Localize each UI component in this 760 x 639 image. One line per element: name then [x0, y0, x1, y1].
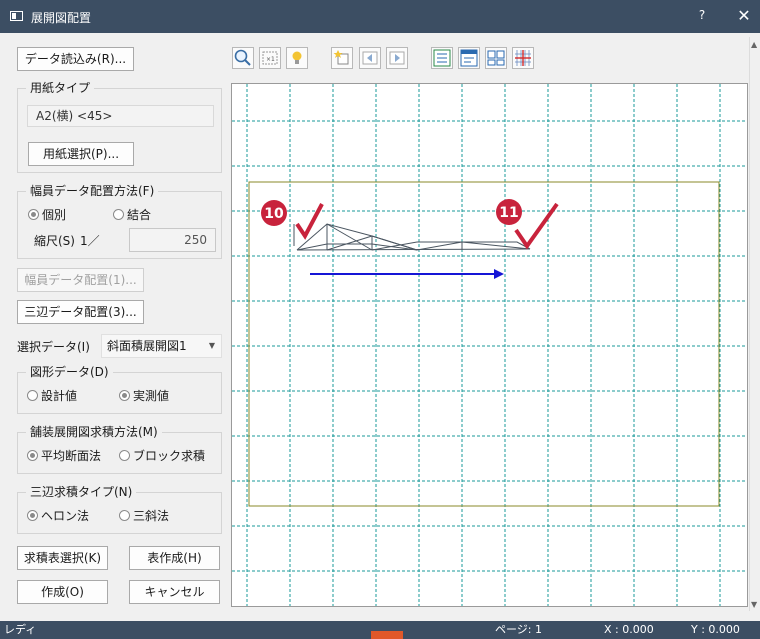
width-place-button[interactable]: 幅員データ配置(1)...	[17, 268, 144, 292]
help-button[interactable]: ?	[692, 8, 712, 22]
arrow-head-icon	[494, 269, 504, 279]
radio-dot-icon	[119, 390, 130, 401]
data-read-button[interactable]: データ読込み(R)...	[17, 47, 134, 71]
svg-text:×1: ×1	[266, 56, 275, 63]
layout-grid-icon[interactable]	[485, 47, 507, 69]
chevron-down-icon: ▼	[208, 341, 215, 350]
create-button[interactable]: 作成(O)	[17, 580, 108, 604]
expansion-figure	[293, 223, 531, 251]
radio-measured[interactable]: 実測値	[119, 389, 169, 403]
lightbulb-icon[interactable]	[286, 47, 308, 69]
radio-average-label: 平均断面法	[41, 449, 102, 463]
scale-prefix: 1／	[80, 234, 100, 248]
radio-average[interactable]: 平均断面法	[27, 449, 101, 463]
layout-canvas[interactable]: 10 11	[231, 83, 748, 607]
paper-type-value: A2(横) <45>	[27, 105, 214, 127]
status-ready: レディ	[4, 623, 37, 636]
figure-data-title: 図形データ(D)	[26, 365, 113, 380]
status-indicator	[371, 631, 403, 639]
table-create-button[interactable]: 表作成(H)	[129, 546, 220, 570]
select-data-label: 選択データ(I)	[17, 340, 90, 354]
vertical-scrollbar[interactable]: ▲ ▼	[749, 37, 760, 611]
radio-dot-icon	[28, 209, 39, 220]
radio-dot-icon	[27, 450, 38, 461]
radio-block-label: ブロック求積	[133, 449, 206, 463]
radio-three-slope[interactable]: 三斜法	[119, 509, 169, 523]
table-edit-icon[interactable]	[458, 47, 480, 69]
dashed-grid	[232, 84, 747, 606]
marker-10: 10	[261, 200, 324, 240]
prev-page-icon[interactable]	[359, 47, 381, 69]
table-select-button[interactable]: 求積表選択(K)	[17, 546, 108, 570]
window-title: 展開図配置	[31, 11, 92, 25]
status-y-coord: Y : 0.000	[691, 623, 740, 636]
width-layout-title: 幅員データ配置方法(F)	[26, 184, 159, 199]
cancel-button[interactable]: キャンセル	[129, 580, 220, 604]
tri-area-title: 三辺求積タイプ(N)	[26, 485, 137, 500]
radio-heron-label: ヘロン法	[41, 509, 90, 523]
next-page-icon[interactable]	[386, 47, 408, 69]
checkmark-icon	[514, 202, 559, 250]
marker-10-label: 10	[264, 206, 284, 222]
paper-select-button[interactable]: 用紙選択(P)...	[28, 142, 134, 166]
radio-combined-label: 結合	[127, 208, 152, 222]
tri-place-button[interactable]: 三辺データ配置(3)...	[17, 300, 144, 324]
zoom-icon[interactable]	[232, 47, 254, 69]
star-page-icon[interactable]	[331, 47, 353, 69]
radio-block[interactable]: ブロック求積	[119, 449, 205, 463]
radio-dot-icon	[27, 510, 38, 521]
layout-drawing: 10 11	[232, 84, 747, 606]
list-icon[interactable]	[431, 47, 453, 69]
close-button[interactable]: ✕	[732, 6, 756, 25]
scroll-up-icon[interactable]: ▲	[751, 40, 757, 49]
select-data-value: 斜面積展開図1	[107, 339, 187, 353]
radio-dot-icon	[113, 209, 124, 220]
fit-x1-icon[interactable]: ×1	[259, 47, 281, 69]
radio-measured-label: 実測値	[133, 389, 170, 403]
status-x-coord: X : 0.000	[604, 623, 654, 636]
select-data-dropdown[interactable]: 斜面積展開図1 ▼	[101, 334, 222, 358]
status-bar: レディ ページ: 1 X : 0.000 Y : 0.000	[0, 621, 760, 639]
radio-design-label: 設計値	[41, 389, 78, 403]
scroll-down-icon[interactable]: ▼	[751, 600, 757, 609]
radio-dot-icon	[119, 510, 130, 521]
scale-input[interactable]: 250	[129, 228, 216, 252]
radio-dot-icon	[27, 390, 38, 401]
radio-individual[interactable]: 個別	[28, 208, 66, 222]
scale-label: 縮尺(S)	[34, 234, 75, 248]
radio-heron[interactable]: ヘロン法	[27, 509, 89, 523]
radio-three-slope-label: 三斜法	[133, 509, 170, 523]
marker-11-label: 11	[499, 205, 518, 221]
dialog-window: 展開図配置 ? ✕ データ読込み(R)... 用紙タイプ A2(横) <45> …	[0, 0, 760, 639]
app-icon	[10, 11, 23, 21]
paper-type-title: 用紙タイプ	[26, 81, 95, 96]
pavement-method-title: 舗装展開図求積方法(M)	[26, 425, 162, 440]
radio-combined[interactable]: 結合	[113, 208, 151, 222]
title-bar: 展開図配置 ? ✕	[0, 0, 760, 33]
radio-individual-label: 個別	[42, 208, 67, 222]
radio-design[interactable]: 設計値	[27, 389, 77, 403]
radio-dot-icon	[119, 450, 130, 461]
status-page: ページ: 1	[495, 623, 542, 636]
grid-crosshair-icon[interactable]	[512, 47, 534, 69]
